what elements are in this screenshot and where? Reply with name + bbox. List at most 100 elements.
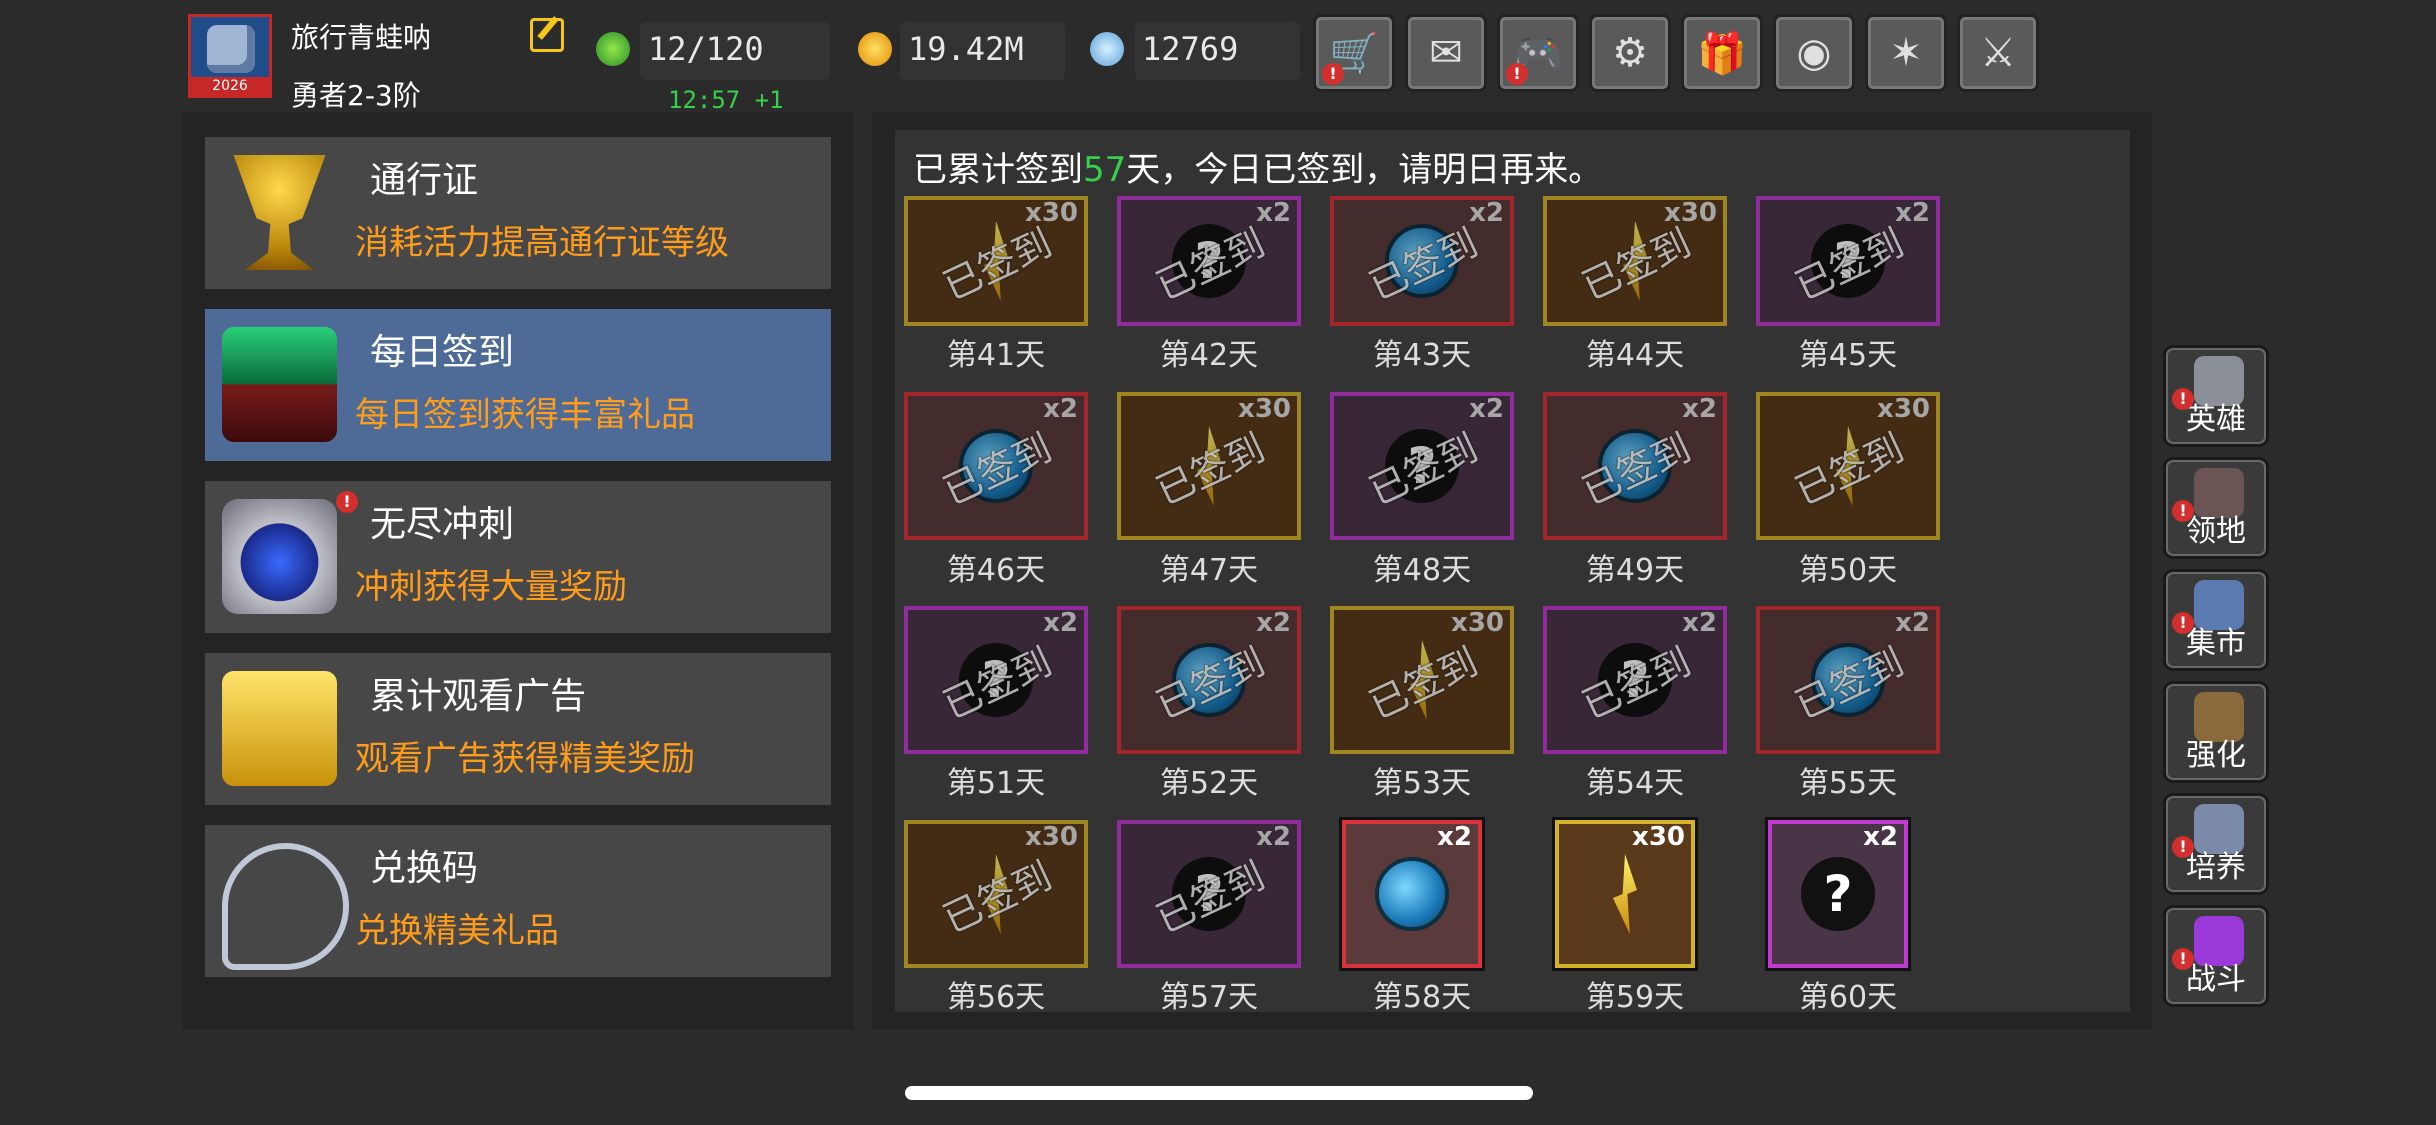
mail-button[interactable]: ✉ [1405, 14, 1487, 92]
gift-icon: 🎁 [1697, 30, 1747, 77]
signin-day-cell[interactable]: x30 已签到 [904, 820, 1088, 968]
menu-title: 无尽冲刺 [370, 504, 515, 545]
player-name: 旅行青蛙呐 [291, 21, 432, 54]
signin-day-cell[interactable]: x30 已签到 [1330, 606, 1514, 754]
blue-orb-icon [1375, 857, 1449, 931]
signin-day-cell[interactable]: x30 已签到 [1117, 392, 1301, 540]
signin-day-cell[interactable]: x2 已签到 [1330, 196, 1514, 326]
menu-description: 观看广告获得精美奖励 [355, 739, 695, 779]
signin-day-cell[interactable]: ? x2 [1768, 820, 1908, 968]
signin-day-label: 第41天 [946, 338, 1046, 373]
menu-title: 通行证 [370, 160, 479, 201]
signin-day-label: 第57天 [1159, 980, 1259, 1015]
side-nav-chalice[interactable]: 培养! [2163, 793, 2269, 895]
signin-day-cell[interactable]: ? x2 已签到 [1543, 606, 1727, 754]
reward-multiplier: x2 [1043, 608, 1078, 638]
fireworks-button[interactable]: ✶ [1865, 14, 1947, 92]
signin-day-label: 第58天 [1372, 980, 1472, 1015]
reward-multiplier: x2 [1469, 394, 1504, 424]
notice-days: 57 [1083, 150, 1127, 190]
energy-plus-icon[interactable] [596, 32, 630, 66]
signin-day-cell[interactable]: ? x2 已签到 [1117, 820, 1301, 968]
menu-title: 每日签到 [370, 332, 515, 373]
signin-day-cell[interactable]: ? x2 已签到 [904, 606, 1088, 754]
crossed-swords-button[interactable]: ⚔ [1957, 14, 2039, 92]
gem-value: 12769 [1142, 30, 1239, 68]
reward-multiplier: x2 [1863, 822, 1898, 852]
alert-badge: ! [2172, 388, 2194, 410]
side-nav-market[interactable]: 集市! [2163, 569, 2269, 671]
menu-description: 冲刺获得大量奖励 [355, 567, 627, 607]
side-nav-castle[interactable]: 领地! [2163, 457, 2269, 559]
signin-day-cell[interactable]: x30 [1555, 820, 1695, 968]
energy-value: 12/120 [648, 30, 764, 68]
alert-badge: ! [2172, 500, 2194, 522]
reward-multiplier: x30 [1632, 822, 1685, 852]
signin-day-cell[interactable]: x30 已签到 [1543, 196, 1727, 326]
signin-day-label: 第55天 [1798, 766, 1898, 801]
side-nav-forge-crystal[interactable]: 强化 [2163, 681, 2269, 783]
gold-shard-icon [1613, 854, 1637, 934]
reward-multiplier: x2 [1469, 198, 1504, 228]
alert-badge: ! [2172, 836, 2194, 858]
reward-multiplier: x2 [1895, 198, 1930, 228]
alert-badge: ! [336, 491, 358, 513]
side-nav-helmet[interactable]: 英雄! [2163, 345, 2269, 447]
reward-multiplier: x2 [1256, 608, 1291, 638]
gold-value: 19.42M [908, 30, 1024, 68]
side-nav-purple-portal[interactable]: 战斗! [2163, 905, 2269, 1007]
signin-day-label: 第52天 [1159, 766, 1259, 801]
key-icon [222, 843, 349, 970]
signin-day-label: 第54天 [1585, 766, 1685, 801]
signin-day-label: 第42天 [1159, 338, 1259, 373]
color-wheel-button[interactable]: ◉ [1773, 14, 1855, 92]
signin-day-cell[interactable]: x30 已签到 [1756, 392, 1940, 540]
menu-title: 累计观看广告 [370, 676, 587, 717]
signin-day-cell[interactable]: ? x2 已签到 [1117, 196, 1301, 326]
gift-button[interactable]: 🎁 [1681, 14, 1763, 92]
home-indicator[interactable] [905, 1086, 1533, 1100]
reward-multiplier: x2 [1043, 394, 1078, 424]
gamepad-button[interactable]: 🎮! [1497, 14, 1579, 92]
signin-day-label: 第50天 [1798, 553, 1898, 588]
signin-day-cell[interactable]: x2 已签到 [1117, 606, 1301, 754]
signin-day-label: 第48天 [1372, 553, 1472, 588]
reward-multiplier: x2 [1682, 608, 1717, 638]
alert-badge: ! [1506, 63, 1528, 85]
signin-day-cell[interactable]: x2 [1342, 820, 1482, 968]
signin-day-label: 第51天 [946, 766, 1046, 801]
gold-coin-icon[interactable] [858, 32, 892, 66]
signin-day-label: 第53天 [1372, 766, 1472, 801]
gold-chest-icon [222, 671, 337, 786]
signin-day-label: 第46天 [946, 553, 1046, 588]
energy-timer: 12:57 +1 [668, 86, 784, 114]
gear-icon: ⚙ [1612, 30, 1648, 76]
alert-badge: ! [2172, 948, 2194, 970]
signin-day-cell[interactable]: x2 已签到 [1543, 392, 1727, 540]
signin-day-cell[interactable]: ? x2 已签到 [1756, 196, 1940, 326]
signin-notice: 已累计签到57天，今日已签到，请明日再来。 [913, 142, 1602, 191]
fireworks-icon: ✶ [1889, 30, 1923, 76]
signin-day-label: 第47天 [1159, 553, 1259, 588]
alert-badge: ! [2172, 612, 2194, 634]
player-avatar[interactable]: 2026 [188, 14, 272, 98]
signin-day-label: 第49天 [1585, 553, 1685, 588]
signin-day-cell[interactable]: x2 已签到 [904, 392, 1088, 540]
mail-icon: ✉ [1429, 30, 1463, 76]
menu-title: 兑换码 [370, 848, 479, 889]
crossed-swords-icon: ⚔ [1980, 30, 2016, 76]
player-rank: 勇者2-3阶 [291, 79, 421, 112]
shopping-cart-button[interactable]: 🛒! [1313, 14, 1395, 92]
signin-day-cell[interactable]: x30 已签到 [904, 196, 1088, 326]
gem-icon[interactable] [1090, 32, 1124, 66]
menu-description: 兑换精美礼品 [355, 911, 559, 951]
gear-button[interactable]: ⚙ [1589, 14, 1671, 92]
color-wheel-icon: ◉ [1796, 30, 1832, 76]
crystal-trophy-icon [222, 499, 337, 614]
green-chest-icon [222, 327, 337, 442]
signin-day-cell[interactable]: ? x2 已签到 [1330, 392, 1514, 540]
edit-name-icon[interactable] [530, 18, 564, 52]
signin-day-cell[interactable]: x2 已签到 [1756, 606, 1940, 754]
reward-multiplier: x2 [1437, 822, 1472, 852]
signin-day-label: 第43天 [1372, 338, 1472, 373]
